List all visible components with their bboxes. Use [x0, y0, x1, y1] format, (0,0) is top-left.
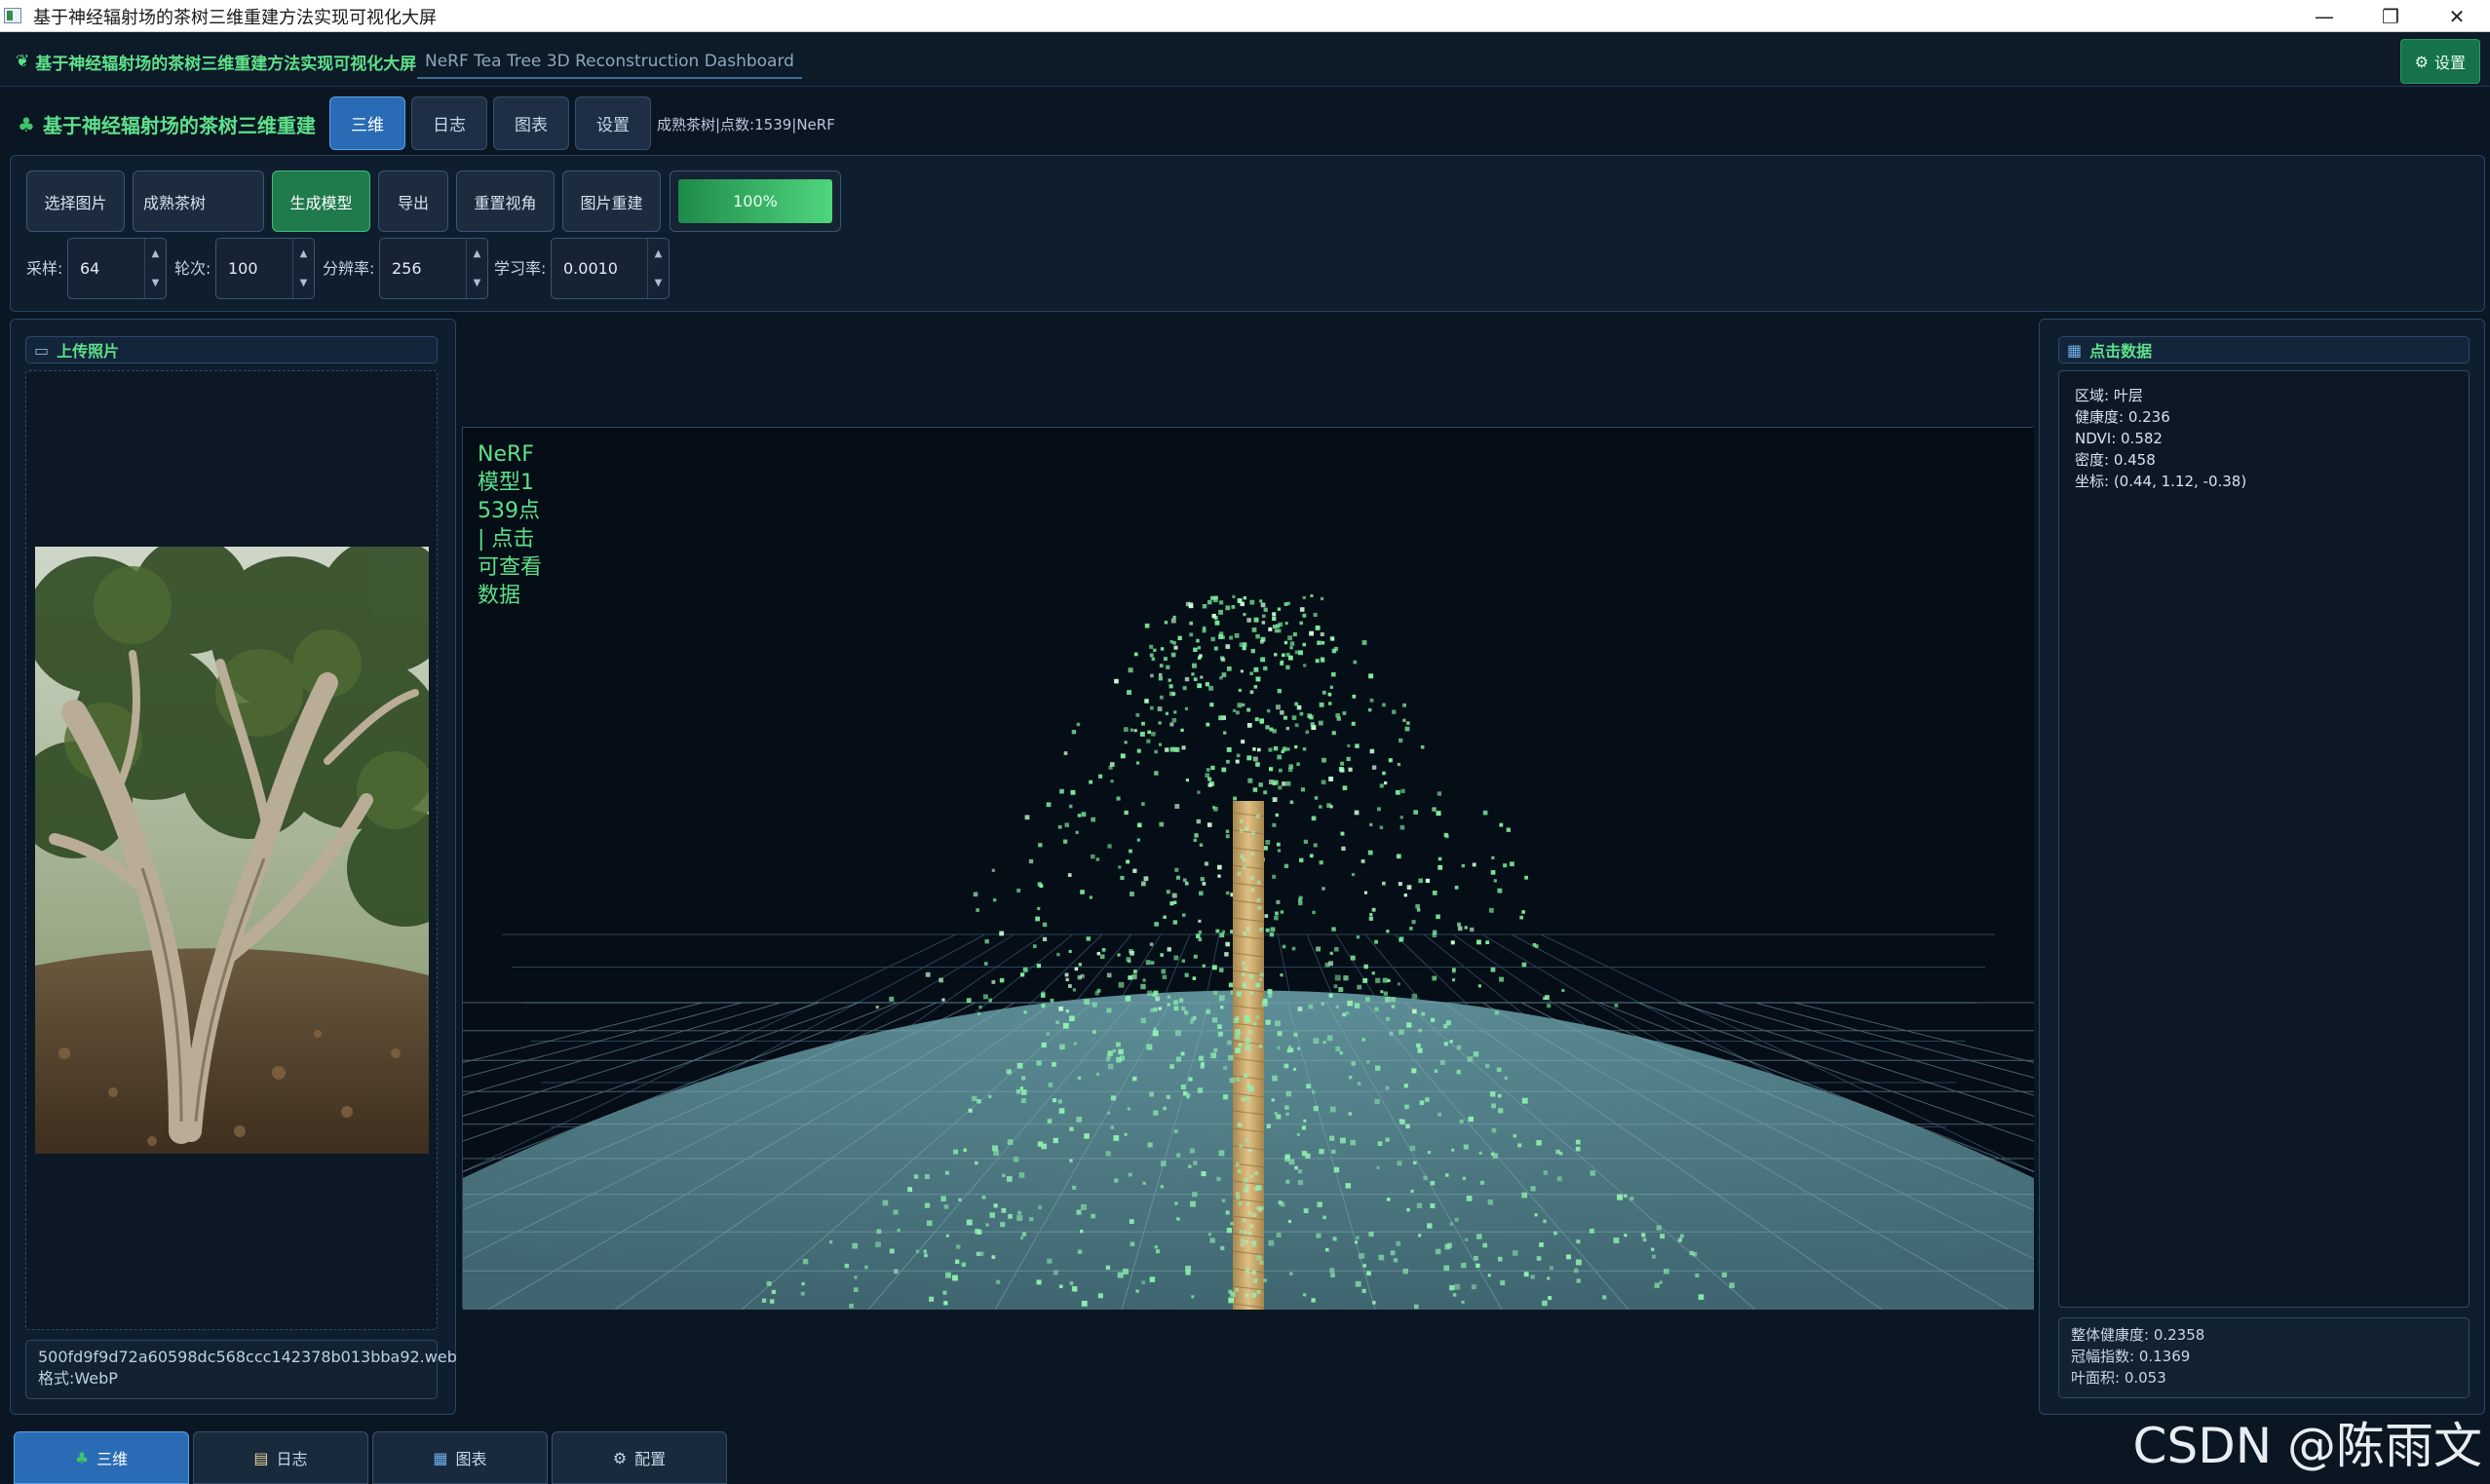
progress-bar: 100%: [670, 171, 841, 232]
bar-chart-icon: ▦: [433, 1448, 448, 1467]
spin-arrows-icon[interactable]: ▲ ▼: [466, 239, 487, 298]
bottom-tab-log[interactable]: ▤ 日志: [193, 1431, 368, 1484]
overall-health: 整体健康度: 0.2358: [2071, 1326, 2205, 1344]
bottom-tab-3d[interactable]: ♣ 三维: [14, 1431, 189, 1484]
crown-index: 冠幅指数: 0.1369: [2071, 1348, 2191, 1365]
nav-3d-button[interactable]: 三维: [329, 96, 405, 150]
nav-chart-button[interactable]: 图表: [493, 96, 569, 150]
resolution-label: 分辨率:: [323, 259, 375, 278]
lr-spinbox[interactable]: 0.0010 ▲ ▼: [551, 238, 670, 299]
tab-english-title[interactable]: NeRF Tea Tree 3D Reconstruction Dashboar…: [417, 44, 802, 79]
lr-label: 学习率:: [494, 259, 547, 278]
bottom-tab-config-label: 配置: [634, 1450, 667, 1468]
tea-leaf-icon: ❦: [16, 52, 30, 71]
spin-arrows-icon[interactable]: ▲ ▼: [144, 239, 166, 298]
toolbar-panel: 选择图片 成熟茶树 生成模型 导出 重置视角 图片重建 100% 采样: 64 …: [10, 155, 2485, 312]
top-settings-label: 设置: [2433, 54, 2466, 72]
chart-icon: ▦: [2067, 340, 2083, 360]
point-region: 区域: 叶层: [2075, 387, 2143, 404]
bottom-tab-chart-label: 图表: [455, 1450, 487, 1468]
point-data-title: ▦ 点击数据: [2058, 336, 2470, 363]
model-status: 成熟茶树|点数:1539|NeRF: [657, 116, 835, 133]
window-titlebar: 基于神经辐射场的茶树三维重建方法实现可视化大屏 — ❐ ✕: [0, 0, 2490, 32]
file-info: 500fd9f9d72a60598dc568ccc142378b013bba92…: [25, 1340, 457, 1399]
3d-viewport[interactable]: [0, 427, 2490, 1398]
brand-title: ♣ 基于神经辐射场的茶树三维重建: [18, 110, 316, 138]
point-data-box: 区域: 叶层 健康度: 0.236 NDVI: 0.582 密度: 0.458 …: [2058, 370, 2470, 1308]
tree-icon: ♣: [18, 112, 35, 136]
viewport-overlay-text: NeRF模型1539点 | 点击可查看数据: [478, 442, 543, 608]
image-icon: ▭: [34, 340, 50, 360]
tree-type-select[interactable]: 成熟茶树: [133, 171, 264, 232]
bottom-tab-chart[interactable]: ▦ 图表: [372, 1431, 548, 1484]
spin-arrows-icon[interactable]: ▲ ▼: [647, 239, 669, 298]
point-health: 健康度: 0.236: [2075, 408, 2170, 426]
summary-box: 整体健康度: 0.2358 冠幅指数: 0.1369 叶面积: 0.053: [2058, 1317, 2470, 1398]
samples-spinbox[interactable]: 64 ▲ ▼: [67, 238, 167, 299]
progress-label: 100%: [733, 192, 778, 210]
epochs-value: 100: [228, 259, 258, 278]
epochs-spinbox[interactable]: 100 ▲ ▼: [215, 238, 315, 299]
bottom-tab-3d-label: 三维: [96, 1450, 129, 1468]
close-button[interactable]: ✕: [2423, 0, 2490, 32]
point-coords: 坐标: (0.44, 1.12, -0.38): [2075, 473, 2247, 490]
export-button[interactable]: 导出: [378, 171, 448, 232]
brand-label: 基于神经辐射场的茶树三维重建: [42, 114, 316, 137]
upload-title-label: 上传照片: [57, 342, 120, 361]
spin-arrows-icon[interactable]: ▲ ▼: [292, 239, 314, 298]
point-ndvi: NDVI: 0.582: [2075, 430, 2163, 447]
app-header: ❦ 基于神经辐射场的茶树三维重建方法实现可视化大屏 NeRF Tea Tree …: [0, 32, 2490, 87]
point-data-title-label: 点击数据: [2089, 342, 2153, 361]
lr-value: 0.0010: [563, 259, 618, 278]
tab-dashboard[interactable]: ❦ 基于神经辐射场的茶树三维重建方法实现可视化大屏: [8, 44, 424, 79]
file-name: 500fd9f9d72a60598dc568ccc142378b013bba92…: [38, 1348, 457, 1366]
gear-icon: ⚙: [2414, 52, 2429, 71]
nav-log-button[interactable]: 日志: [411, 96, 487, 150]
point-density: 密度: 0.458: [2075, 451, 2156, 469]
nav-header: ♣ 基于神经辐射场的茶树三维重建 三维 日志 图表 设置 成熟茶树|点数:153…: [0, 87, 2490, 153]
point-cloud-scene[interactable]: [0, 428, 2490, 1398]
resolution-value: 256: [392, 259, 422, 278]
samples-value: 64: [80, 259, 100, 278]
clipboard-icon: ▤: [253, 1448, 269, 1467]
app-icon: [4, 8, 21, 23]
image-reconstruct-button[interactable]: 图片重建: [562, 171, 661, 232]
uploaded-photo: [35, 547, 429, 1154]
minimize-button[interactable]: —: [2290, 0, 2358, 32]
resolution-spinbox[interactable]: 256 ▲ ▼: [379, 238, 488, 299]
watermark: CSDN @陈雨文: [2132, 1418, 2482, 1474]
generate-model-button[interactable]: 生成模型: [272, 171, 370, 232]
reset-view-button[interactable]: 重置视角: [456, 171, 555, 232]
samples-label: 采样:: [26, 259, 63, 278]
progress-track: 100%: [678, 179, 832, 223]
window-title: 基于神经辐射场的茶树三维重建方法实现可视化大屏: [33, 8, 437, 28]
select-image-button[interactable]: 选择图片: [26, 171, 125, 232]
top-settings-button[interactable]: ⚙ 设置: [2399, 39, 2480, 84]
tree-icon: ♣: [74, 1448, 90, 1467]
nav-settings-button[interactable]: 设置: [575, 96, 651, 150]
gear-icon: ⚙: [612, 1448, 628, 1467]
bottom-tab-log-label: 日志: [276, 1450, 308, 1468]
leaf-area: 叶面积: 0.053: [2071, 1369, 2166, 1387]
upload-panel-title: ▭ 上传照片: [25, 336, 438, 363]
bottom-tab-config[interactable]: ⚙ 配置: [552, 1431, 727, 1484]
file-format: 格式:WebP: [38, 1369, 118, 1388]
restore-button[interactable]: ❐: [2356, 0, 2425, 32]
epochs-label: 轮次:: [174, 259, 211, 278]
tab-dashboard-label: 基于神经辐射场的茶树三维重建方法实现可视化大屏: [35, 54, 417, 74]
